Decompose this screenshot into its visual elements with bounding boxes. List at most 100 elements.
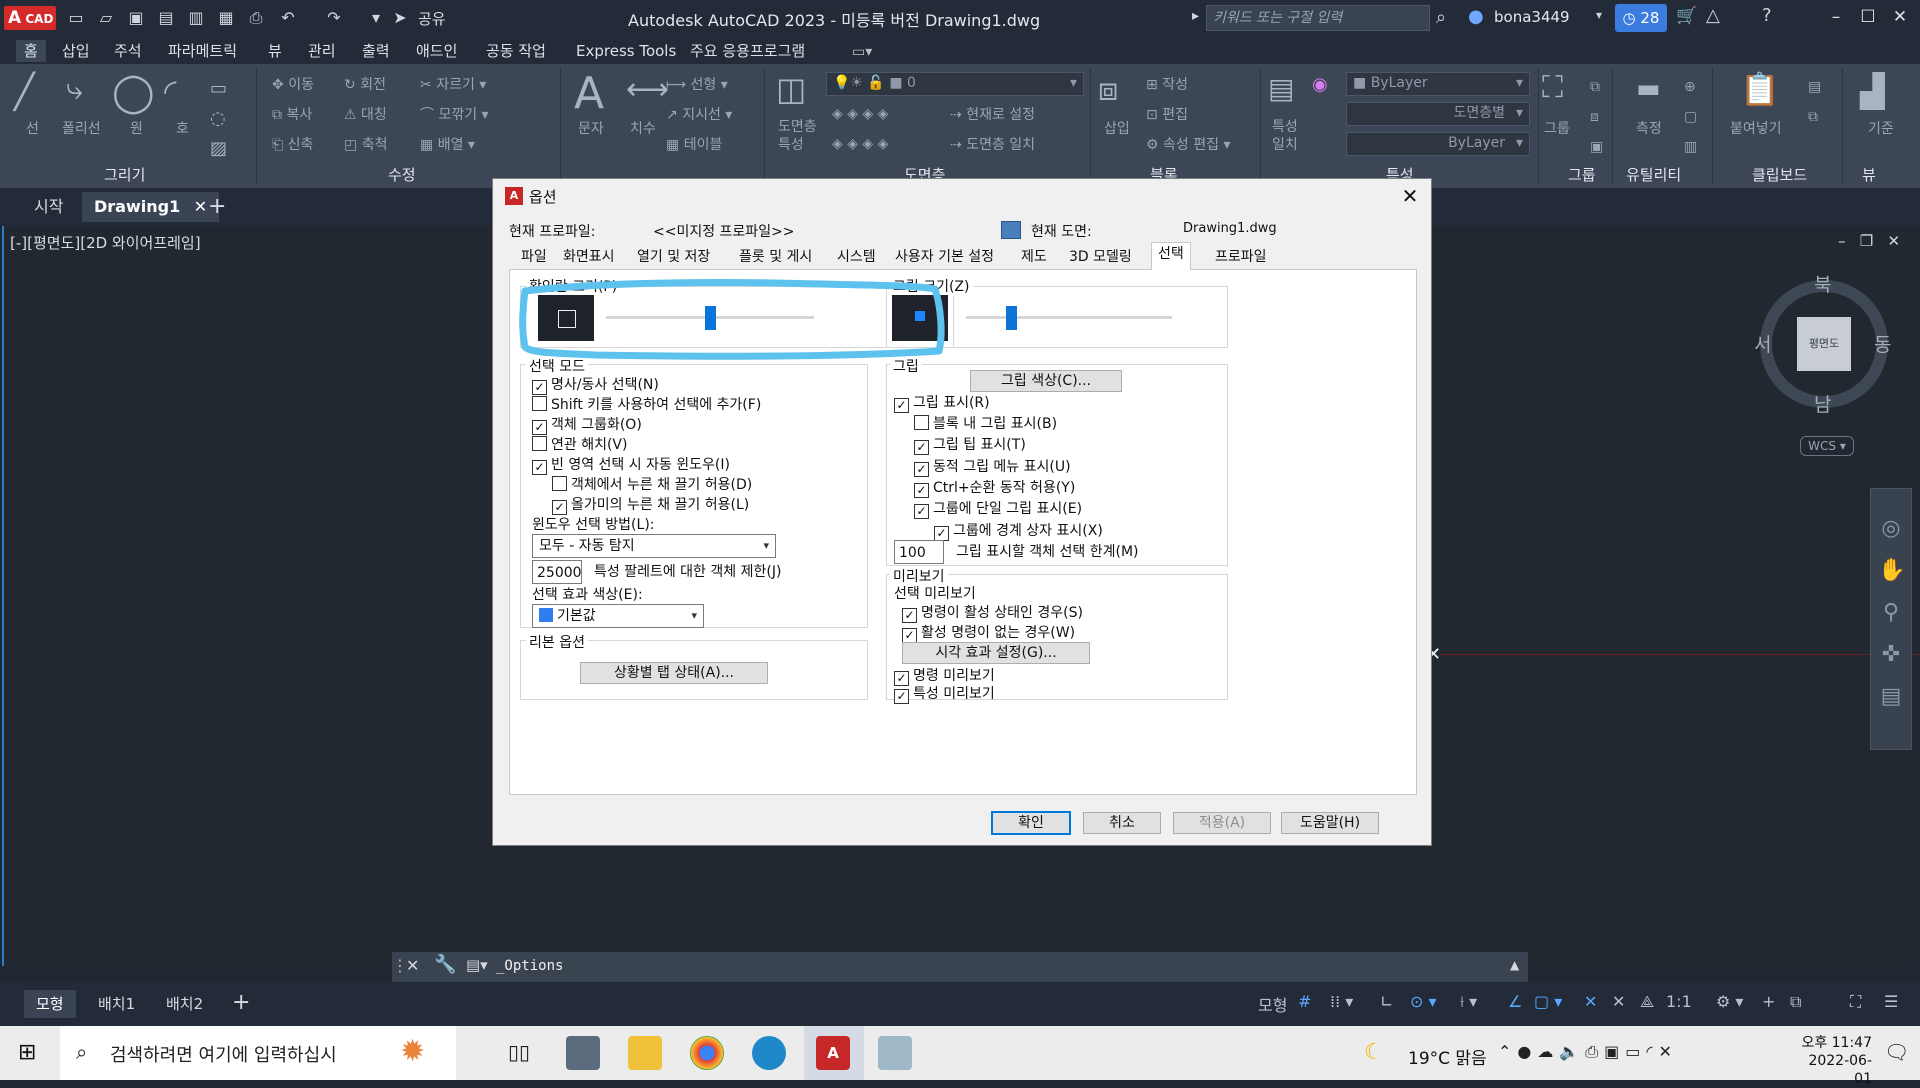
window-method-select[interactable]: 모두 - 자동 탐지 ▾ bbox=[532, 534, 776, 558]
text-button[interactable]: 문자 bbox=[578, 118, 604, 138]
grid-icon[interactable]: # bbox=[1298, 992, 1311, 1011]
compass-south[interactable]: 남 bbox=[1814, 390, 1831, 417]
tab-plot-publish[interactable]: 플롯 및 게시 bbox=[733, 246, 818, 268]
tab-featured-apps[interactable]: 주요 응용프로그램 bbox=[682, 40, 813, 62]
viewport-window-controls[interactable]: – ❐ ✕ bbox=[1838, 232, 1900, 250]
tab-user-preferences[interactable]: 사용자 기본 설정 bbox=[889, 246, 1000, 268]
search-expand-icon[interactable]: ▸ bbox=[1192, 8, 1199, 24]
notification-icon[interactable]: 🗨 bbox=[1884, 1040, 1909, 1064]
shift-add-checkbox[interactable]: Shift 키를 사용하여 선택에 추가(F) bbox=[532, 394, 761, 414]
workspace-gear-icon[interactable]: ⚙ ▾ bbox=[1716, 992, 1743, 1011]
grip-limit-input[interactable]: 100 bbox=[894, 540, 944, 564]
viewport-controls-label[interactable]: [-][평면도][2D 와이어프레임] bbox=[10, 232, 201, 253]
create-block-button[interactable]: ⊞ 작성 bbox=[1146, 74, 1188, 94]
tab-layout2[interactable]: 배치2 bbox=[154, 990, 215, 1018]
undo-icon[interactable]: ↶ bbox=[276, 6, 300, 30]
press-drag-lasso-checkbox[interactable]: ✓ 올가미의 누른 채 끌기 허용(L) bbox=[552, 494, 749, 515]
tab-view[interactable]: 뷰 bbox=[260, 40, 290, 62]
tab-model[interactable]: 모형 bbox=[24, 990, 76, 1018]
contextual-tab-states-button[interactable]: 상황별 탭 상태(A)... bbox=[580, 662, 768, 684]
new-file-icon[interactable]: ▭ bbox=[64, 6, 88, 30]
scale-button[interactable]: ◰ 축척 bbox=[344, 134, 387, 154]
cmd-recent-icon[interactable]: ▤▾ bbox=[466, 956, 488, 974]
customize-menu-icon[interactable]: ▾ bbox=[364, 6, 388, 30]
tab-layout1[interactable]: 배치1 bbox=[86, 990, 147, 1018]
plot-icon[interactable]: ⎙ bbox=[244, 6, 268, 30]
clipboard-tools-icon[interactable]: ▤ ⧉ bbox=[1808, 72, 1821, 132]
compass-east[interactable]: 동 bbox=[1874, 330, 1891, 357]
weather-icon[interactable]: ☾ bbox=[1364, 1040, 1384, 1065]
circle-icon[interactable]: ◯ bbox=[112, 70, 155, 114]
cmd-customize-icon[interactable]: 🔧 bbox=[434, 954, 456, 975]
tab-express-tools[interactable]: Express Tools bbox=[568, 40, 684, 62]
color-dropdown[interactable]: ■ ByLayer ▾ bbox=[1346, 72, 1530, 96]
array-button[interactable]: ▦ 배열 ▾ bbox=[420, 134, 475, 154]
noun-verb-checkbox[interactable]: ✓ 명사/동사 선택(N) bbox=[532, 374, 659, 395]
preview-no-command-checkbox[interactable]: ✓ 활성 명령이 없는 경우(W) bbox=[902, 622, 1075, 643]
line-icon[interactable]: ╱ bbox=[14, 72, 34, 112]
subscription-badge[interactable]: ◷ 28 bbox=[1615, 4, 1667, 32]
tab-system[interactable]: 시스템 bbox=[831, 246, 882, 268]
windows-start-icon[interactable]: ⊞ bbox=[18, 1040, 36, 1065]
taskbar-search-text[interactable]: 검색하려면 여기에 입력하십시 bbox=[110, 1041, 337, 1067]
group-tools-icon[interactable]: ⧉ ⧈ ▣ bbox=[1590, 72, 1603, 162]
circle-button[interactable]: 원 bbox=[130, 118, 143, 138]
snap-icon[interactable]: ⁞⁞ ▾ bbox=[1330, 992, 1353, 1011]
color-wheel-icon[interactable]: ◉ bbox=[1312, 74, 1328, 95]
ctrl-cycling-checkbox[interactable]: ✓ Ctrl+순환 동작 허용(Y) bbox=[914, 477, 1075, 498]
layer-tools-icon[interactable]: ◈ ◈ ◈ ◈ bbox=[832, 106, 888, 122]
tab-profiles[interactable]: 프로파일 bbox=[1209, 246, 1273, 268]
clipboard-panel-label[interactable]: 클립보드 bbox=[1752, 164, 1807, 185]
layer-tools-2-icon[interactable]: ◈ ◈ ◈ ◈ bbox=[832, 136, 888, 152]
linear-button[interactable]: ⟼ 선형 ▾ bbox=[666, 74, 728, 94]
autocad-app-icon[interactable]: A bbox=[816, 1036, 850, 1070]
ok-button[interactable]: 확인 bbox=[991, 811, 1071, 835]
customize-status-icon[interactable]: ☰ bbox=[1884, 992, 1898, 1011]
insert-block-icon[interactable]: ⧈ bbox=[1098, 70, 1118, 109]
tab-display[interactable]: 화면표시 bbox=[557, 246, 621, 268]
scale-readout[interactable]: 1:1 bbox=[1666, 992, 1692, 1011]
help-icon[interactable]: ? bbox=[1762, 5, 1772, 26]
polar-icon[interactable]: ⊙ ▾ bbox=[1410, 992, 1437, 1011]
match-layer-button[interactable]: ⇢ 도면층 일치 bbox=[950, 134, 1035, 154]
viewcube-top-face[interactable]: 평면도 bbox=[1797, 317, 1851, 371]
object-grouping-checkbox[interactable]: ✓ 객체 그룹화(O) bbox=[532, 414, 642, 435]
command-text[interactable]: _Options bbox=[496, 958, 563, 974]
trim-button[interactable]: ✂ 자르기 ▾ bbox=[420, 74, 486, 94]
file-explorer-app-icon[interactable] bbox=[628, 1036, 662, 1070]
grip-slider-thumb[interactable] bbox=[1006, 306, 1018, 330]
tab-output[interactable]: 출력 bbox=[354, 40, 398, 62]
isodraft-icon[interactable]: ⟊ ▾ bbox=[1460, 992, 1477, 1012]
help-button[interactable]: 도움말(H) bbox=[1281, 812, 1379, 834]
cart-icon[interactable]: 🛒 bbox=[1676, 6, 1697, 26]
base-view-button[interactable]: 기준 bbox=[1868, 118, 1894, 138]
annotation-scale-icon[interactable]: ⟁ bbox=[1640, 992, 1654, 1012]
dimension-button[interactable]: 치수 bbox=[630, 118, 656, 138]
table-button[interactable]: ▦ 테이블 bbox=[666, 134, 722, 154]
arc-button[interactable]: 호 bbox=[176, 118, 189, 138]
base-view-icon[interactable]: ▟ bbox=[1860, 72, 1885, 110]
property-limit-input[interactable]: 25000 bbox=[532, 560, 582, 584]
measure-button[interactable]: 측정 bbox=[1636, 118, 1662, 138]
edit-attributes-button[interactable]: ⚙ 속성 편집 ▾ bbox=[1146, 134, 1230, 154]
object-snap-icon[interactable]: ∠ bbox=[1508, 992, 1522, 1011]
paste-button[interactable]: 붙여넣기 bbox=[1730, 118, 1782, 138]
leader-button[interactable]: ↗ 지시선 ▾ bbox=[666, 104, 732, 124]
system-tray-icons[interactable]: ⌃●☁🔈⎙▣▭◜✕ bbox=[1498, 1042, 1678, 1062]
layer-dropdown[interactable]: 💡☀ 🔓 ■ 0 ▾ bbox=[826, 72, 1084, 96]
tab-open-save[interactable]: 열기 및 저장 bbox=[631, 246, 716, 268]
line-button[interactable]: 선 bbox=[26, 118, 39, 138]
wcs-menu[interactable]: WCS ▾ bbox=[1800, 436, 1854, 456]
maximize-button[interactable]: ☐ bbox=[1850, 2, 1886, 32]
tab-selection[interactable]: 선택 bbox=[1151, 242, 1191, 270]
minimize-button[interactable]: – bbox=[1818, 2, 1854, 32]
open-web-icon[interactable]: ▥ bbox=[184, 6, 208, 30]
user-dropdown-icon[interactable]: ▾ bbox=[1596, 8, 1602, 22]
app-menu-button[interactable]: A CAD bbox=[4, 6, 56, 30]
save-icon[interactable]: ▣ bbox=[124, 6, 148, 30]
tab-3d-modeling[interactable]: 3D 모델링 bbox=[1063, 246, 1138, 268]
tab-files[interactable]: 파일 bbox=[515, 246, 553, 268]
search-input[interactable]: 키워드 또는 구절 입력 bbox=[1206, 5, 1430, 31]
tab-start[interactable]: 시작 bbox=[22, 192, 75, 222]
annotation-visibility-icon[interactable]: ✕ bbox=[1584, 992, 1597, 1011]
